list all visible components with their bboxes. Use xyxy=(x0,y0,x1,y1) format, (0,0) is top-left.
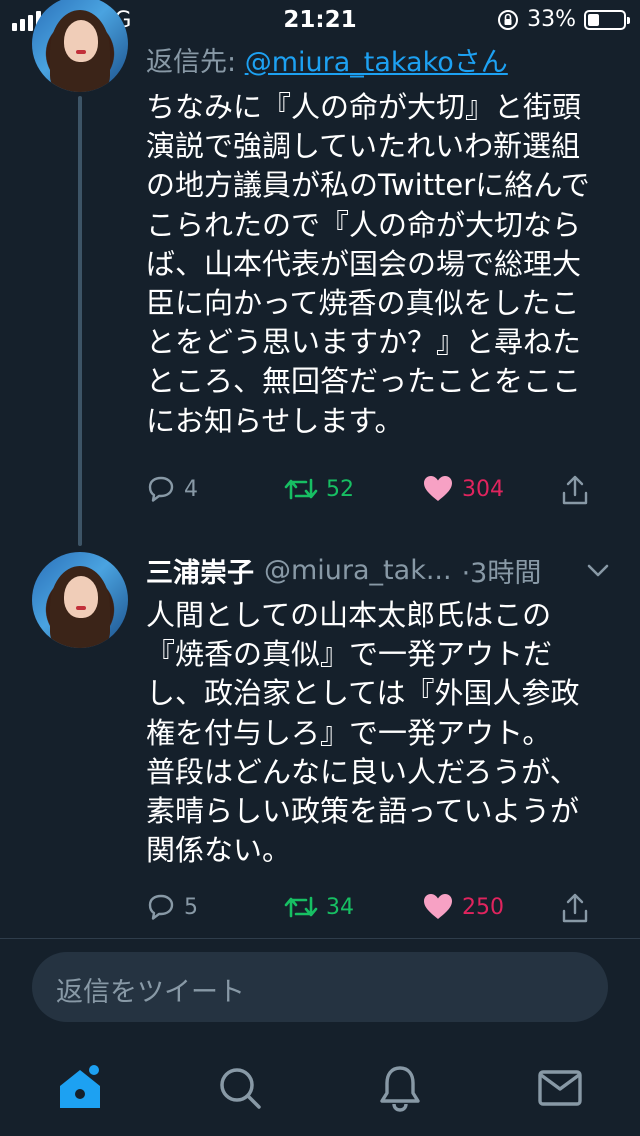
share-icon xyxy=(562,893,588,923)
tweet-text: ちなみに『人の命が大切』と街頭 演説で強調していたれいわ新選組 の地方議員が私の… xyxy=(146,90,590,438)
tab-notifications[interactable] xyxy=(368,1056,432,1120)
reply-to: 返信先: @miura_takakoさん xyxy=(146,40,508,79)
retweet-icon xyxy=(284,896,318,918)
reply-count: 5 xyxy=(184,894,198,920)
thread-line xyxy=(78,96,82,546)
tweet-text: 人間としての山本太郎氏はこの 『焼香の真似』で一発アウトだ し、政治家としては『… xyxy=(146,598,580,868)
retweet-button[interactable]: 52 xyxy=(284,474,354,504)
search-icon xyxy=(220,1068,261,1109)
share-button[interactable] xyxy=(560,474,590,506)
reply-compose-input[interactable]: 返信をツイート xyxy=(32,952,608,1022)
battery-level xyxy=(588,13,599,26)
like-count: 250 xyxy=(462,894,504,920)
messages-icon xyxy=(538,1070,582,1106)
reply-button[interactable]: 5 xyxy=(146,892,198,922)
notifications-icon xyxy=(380,1066,420,1112)
chevron-down-icon[interactable] xyxy=(584,556,612,584)
display-name[interactable]: 三浦崇子 xyxy=(146,551,254,590)
reply-icon xyxy=(148,476,174,502)
share-icon xyxy=(562,475,588,505)
battery-icon xyxy=(584,9,630,30)
divider xyxy=(0,938,640,939)
reply-to-handle-link[interactable]: @miura_takakoさん xyxy=(245,47,508,78)
retweet-count: 52 xyxy=(326,476,354,502)
heart-icon xyxy=(424,894,452,919)
like-button[interactable]: 304 xyxy=(422,474,504,504)
avatar[interactable] xyxy=(32,0,128,92)
retweet-button[interactable]: 34 xyxy=(284,892,354,922)
heart-icon xyxy=(424,476,452,501)
tab-home[interactable] xyxy=(48,1056,112,1120)
reply-to-prefix: 返信先: xyxy=(146,47,237,78)
tab-search[interactable] xyxy=(208,1056,272,1120)
tweet-actions: 5 34 250 xyxy=(146,892,596,932)
orientation-lock-icon xyxy=(498,9,519,30)
home-icon xyxy=(60,1065,100,1108)
battery-percent: 33% xyxy=(527,7,576,32)
tweet-header: 三浦崇子 @miura_tak... ·3時間 xyxy=(146,551,616,590)
tab-bar xyxy=(0,1040,640,1136)
retweet-count: 34 xyxy=(326,894,354,920)
reply-icon xyxy=(148,894,174,920)
username[interactable]: @miura_tak... xyxy=(264,555,452,586)
tweet-timestamp: ·3時間 xyxy=(461,557,542,589)
share-button[interactable] xyxy=(560,892,590,924)
reply-count: 4 xyxy=(184,476,198,502)
reply-button[interactable]: 4 xyxy=(146,474,198,504)
compose-placeholder: 返信をツイート xyxy=(56,977,245,1008)
tab-messages[interactable] xyxy=(528,1056,592,1120)
like-count: 304 xyxy=(462,476,504,502)
status-right: 33% xyxy=(497,7,630,32)
tweet-actions: 4 52 304 xyxy=(146,474,596,514)
like-button[interactable]: 250 xyxy=(422,892,504,922)
avatar[interactable] xyxy=(32,552,128,648)
retweet-icon xyxy=(284,478,318,500)
